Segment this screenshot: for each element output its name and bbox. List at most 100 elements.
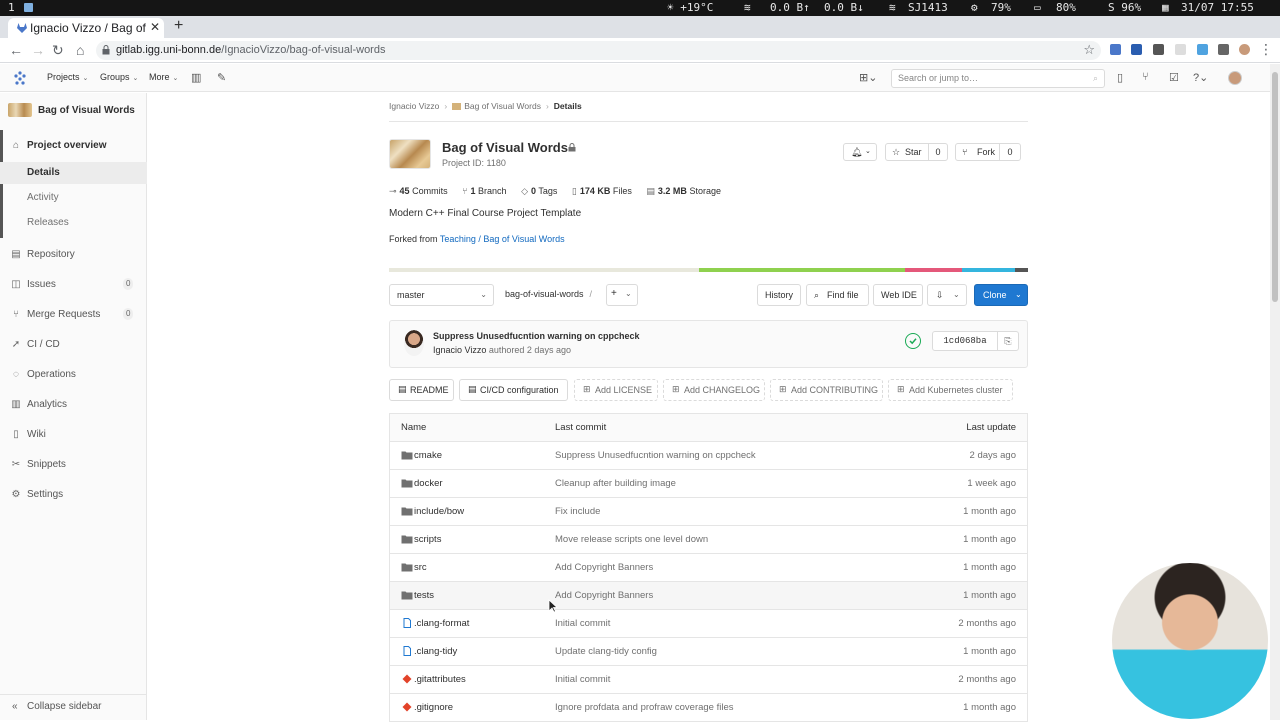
- language-segment[interactable]: [1015, 268, 1028, 272]
- file-commit-message[interactable]: Add Copyright Banners: [555, 590, 653, 601]
- back-icon[interactable]: ←: [9, 42, 23, 58]
- extension-icon[interactable]: [1131, 44, 1142, 55]
- copy-sha-button[interactable]: ⎘: [997, 331, 1019, 351]
- sidebar-item-analytics[interactable]: ▥ Analytics: [0, 395, 147, 415]
- collapse-sidebar-button[interactable]: « Collapse sidebar: [0, 694, 147, 720]
- commit-sha[interactable]: 1cd068ba: [932, 331, 998, 351]
- download-button[interactable]: ⇩ ⌄: [927, 284, 967, 306]
- sidebar-item-project-overview[interactable]: ⌂ Project overview: [0, 136, 147, 156]
- table-row[interactable]: scripts Move release scripts one level do…: [390, 526, 1027, 554]
- language-segment[interactable]: [904, 268, 963, 272]
- tags-stat[interactable]: ◇ 0 Tags: [521, 186, 557, 196]
- add-kubernetes-button[interactable]: ⊞ Add Kubernetes cluster: [888, 379, 1013, 401]
- help-icon[interactable]: ?⌄: [1193, 71, 1208, 84]
- file-name[interactable]: scripts: [414, 534, 441, 545]
- merge-request-icon[interactable]: ⑂: [1142, 71, 1149, 83]
- sidebar-item-operations[interactable]: ◌ Operations: [0, 365, 147, 385]
- sidebar-item-wiki[interactable]: ▯ Wiki: [0, 425, 147, 445]
- add-license-button[interactable]: ⊞ Add LICENSE: [574, 379, 658, 401]
- sidebar-subitem-details[interactable]: Details: [0, 162, 147, 184]
- fork-count[interactable]: 0: [999, 143, 1021, 161]
- branches-stat[interactable]: ⑂ 1 Branch: [462, 186, 506, 196]
- sidebar-item-repository[interactable]: ▤ Repository: [0, 245, 147, 265]
- sidebar-item-settings[interactable]: ⚙ Settings: [0, 485, 147, 505]
- home-icon[interactable]: ⌂: [76, 42, 84, 58]
- extension-icon[interactable]: [1153, 44, 1164, 55]
- history-button[interactable]: History: [757, 284, 801, 306]
- more-menu[interactable]: More ⌄: [149, 72, 178, 82]
- admin-wrench-icon[interactable]: ✎: [217, 71, 226, 84]
- commit-author-name[interactable]: Ignacio Vizzo: [433, 345, 486, 355]
- file-name[interactable]: .clang-format: [414, 618, 469, 629]
- table-row[interactable]: .clang-format Initial commit 2 months ago: [390, 610, 1027, 638]
- file-commit-message[interactable]: Fix include: [555, 506, 600, 517]
- gitlab-logo-icon[interactable]: [12, 70, 28, 86]
- table-row[interactable]: src Add Copyright Banners 1 month ago: [390, 554, 1027, 582]
- groups-menu[interactable]: Groups ⌄: [100, 72, 138, 82]
- pipeline-passed-icon[interactable]: [905, 333, 921, 349]
- add-contributing-button[interactable]: ⊞ Add CONTRIBUTING: [770, 379, 883, 401]
- breadcrumb-owner[interactable]: Ignacio Vizzo: [389, 101, 439, 111]
- file-name[interactable]: tests: [414, 590, 434, 601]
- projects-menu[interactable]: Projects ⌄: [47, 72, 88, 82]
- repository-languages-bar[interactable]: [389, 268, 1028, 272]
- user-avatar[interactable]: [1228, 71, 1242, 85]
- table-row[interactable]: include/bow Fix include 1 month ago: [390, 498, 1027, 526]
- close-tab-icon[interactable]: ✕: [150, 20, 160, 34]
- repo-path-root[interactable]: bag-of-visual-words: [505, 289, 584, 299]
- commits-stat[interactable]: ⊸ 45 Commits: [389, 186, 448, 196]
- sidebar-item-ci-cd[interactable]: ➚ CI / CD: [0, 335, 147, 355]
- cicd-config-button[interactable]: ▤ CI/CD configuration: [459, 379, 568, 401]
- file-commit-message[interactable]: Add Copyright Banners: [555, 562, 653, 573]
- table-row[interactable]: tests Add Copyright Banners 1 month ago: [390, 582, 1027, 610]
- todo-icon[interactable]: ▯: [1117, 71, 1123, 84]
- profile-avatar-icon[interactable]: [1239, 44, 1250, 55]
- new-tab-icon[interactable]: +: [174, 17, 183, 35]
- file-name[interactable]: include/bow: [414, 506, 464, 517]
- add-to-tree-button[interactable]: + ⌄: [606, 284, 638, 306]
- table-row[interactable]: docker Cleanup after building image 1 week…: [390, 470, 1027, 498]
- forked-source-link[interactable]: Teaching / Bag of Visual Words: [440, 234, 565, 244]
- file-name[interactable]: .gitattributes: [414, 674, 466, 685]
- breadcrumb-project[interactable]: Bag of Visual Words: [464, 101, 541, 111]
- bookmark-star-icon[interactable]: ☆: [1083, 42, 1095, 58]
- file-name[interactable]: .clang-tidy: [414, 646, 457, 657]
- extension-icon[interactable]: [1197, 44, 1208, 55]
- find-file-button[interactable]: ⌕ Find file: [806, 284, 869, 306]
- file-commit-message[interactable]: Update clang-tidy config: [555, 646, 657, 657]
- sidebar-item-merge-requests[interactable]: ⑂ Merge Requests 0: [0, 305, 147, 325]
- readme-button[interactable]: ▤ README: [389, 379, 454, 401]
- sidebar-item-issues[interactable]: ◫ Issues 0: [0, 275, 147, 295]
- workspace-indicator[interactable]: 1: [8, 1, 15, 14]
- reload-icon[interactable]: ↻: [52, 42, 64, 59]
- files-stat[interactable]: ▯ 174 KB Files: [572, 186, 632, 196]
- notification-button[interactable]: 🔔︎ ⌄: [843, 143, 877, 161]
- fork-button[interactable]: ⑂ Fork: [955, 143, 1000, 161]
- extension-icon[interactable]: [1175, 44, 1186, 55]
- search-input[interactable]: Search or jump to… ⌕: [891, 69, 1105, 88]
- activity-chart-icon[interactable]: ▥: [191, 71, 201, 84]
- extension-icon[interactable]: [1110, 44, 1121, 55]
- breadcrumb-current[interactable]: Details: [554, 101, 582, 111]
- sidebar-subitem-activity[interactable]: Activity: [0, 187, 147, 209]
- file-commit-message[interactable]: Cleanup after building image: [555, 478, 676, 489]
- file-commit-message[interactable]: Initial commit: [555, 618, 610, 629]
- file-commit-message[interactable]: Suppress Unusedfucntion warning on cppch…: [555, 450, 756, 461]
- clone-button[interactable]: Clone ⌄: [974, 284, 1028, 306]
- language-segment[interactable]: [389, 268, 699, 272]
- scrollbar-thumb[interactable]: [1272, 72, 1278, 302]
- forward-icon[interactable]: →: [31, 42, 45, 58]
- page-scrollbar[interactable]: [1270, 64, 1280, 720]
- file-commit-message[interactable]: Initial commit: [555, 674, 610, 685]
- sidebar-subitem-releases[interactable]: Releases: [0, 212, 147, 234]
- star-count[interactable]: 0: [928, 143, 948, 161]
- language-segment[interactable]: [698, 268, 905, 272]
- menu-dots-icon[interactable]: ⋮: [1259, 41, 1273, 58]
- issues-icon[interactable]: ☑: [1169, 71, 1179, 84]
- sidebar-item-snippets[interactable]: ✂ Snippets: [0, 455, 147, 475]
- new-item-plus-icon[interactable]: ⊞⌄: [859, 71, 877, 84]
- table-row[interactable]: .gitignore Ignore profdata and profraw co…: [390, 694, 1027, 722]
- commit-title[interactable]: Suppress Unusedfucntion warning on cppch…: [433, 331, 640, 341]
- star-button[interactable]: ☆ Star: [885, 143, 929, 161]
- web-ide-button[interactable]: Web IDE: [873, 284, 923, 306]
